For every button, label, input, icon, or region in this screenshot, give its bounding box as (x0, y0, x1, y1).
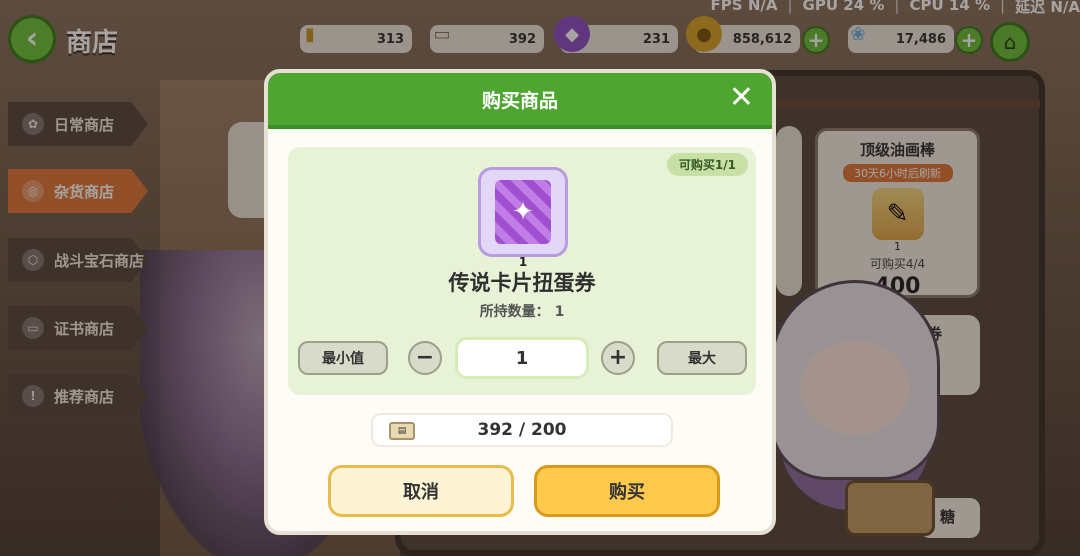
min-quantity-button[interactable]: 最小值 (298, 341, 388, 375)
gacha-ticket-icon: ✦ (478, 167, 568, 257)
decrease-button[interactable]: − (408, 341, 442, 375)
dialog-header: 购买商品 ✕ (268, 73, 772, 129)
quantity-input[interactable]: 1 (455, 337, 589, 379)
max-quantity-button[interactable]: 最大 (657, 341, 747, 375)
item-name: 传说卡片扭蛋券 (448, 271, 596, 295)
buy-button[interactable]: 购买 (534, 465, 720, 517)
owned-quantity: 所持数量： 1 (288, 301, 756, 321)
close-icon[interactable]: ✕ (729, 83, 754, 113)
owned-label: 所持数量： (479, 304, 550, 320)
dialog-title: 购买商品 (481, 89, 558, 112)
cancel-button[interactable]: 取消 (328, 465, 514, 517)
cost-display: ▤ 392 / 200 (371, 413, 673, 447)
increase-button[interactable]: + (601, 341, 635, 375)
ticket-graphic: ✦ (495, 180, 551, 244)
cost-value: 392 / 200 (477, 420, 567, 440)
item-panel: 可购买1/1 ✦ 1 传说卡片扭蛋券 所持数量： 1 最小值 − 1 + 最大 (288, 147, 756, 395)
purchase-limit-badge: 可购买1/1 (666, 153, 748, 176)
owned-value: 1 (554, 304, 565, 320)
purchase-dialog: 购买商品 ✕ 可购买1/1 ✦ 1 传说卡片扭蛋券 所持数量： 1 最小值 − … (264, 69, 776, 535)
certificate-icon: ▤ (389, 422, 415, 440)
